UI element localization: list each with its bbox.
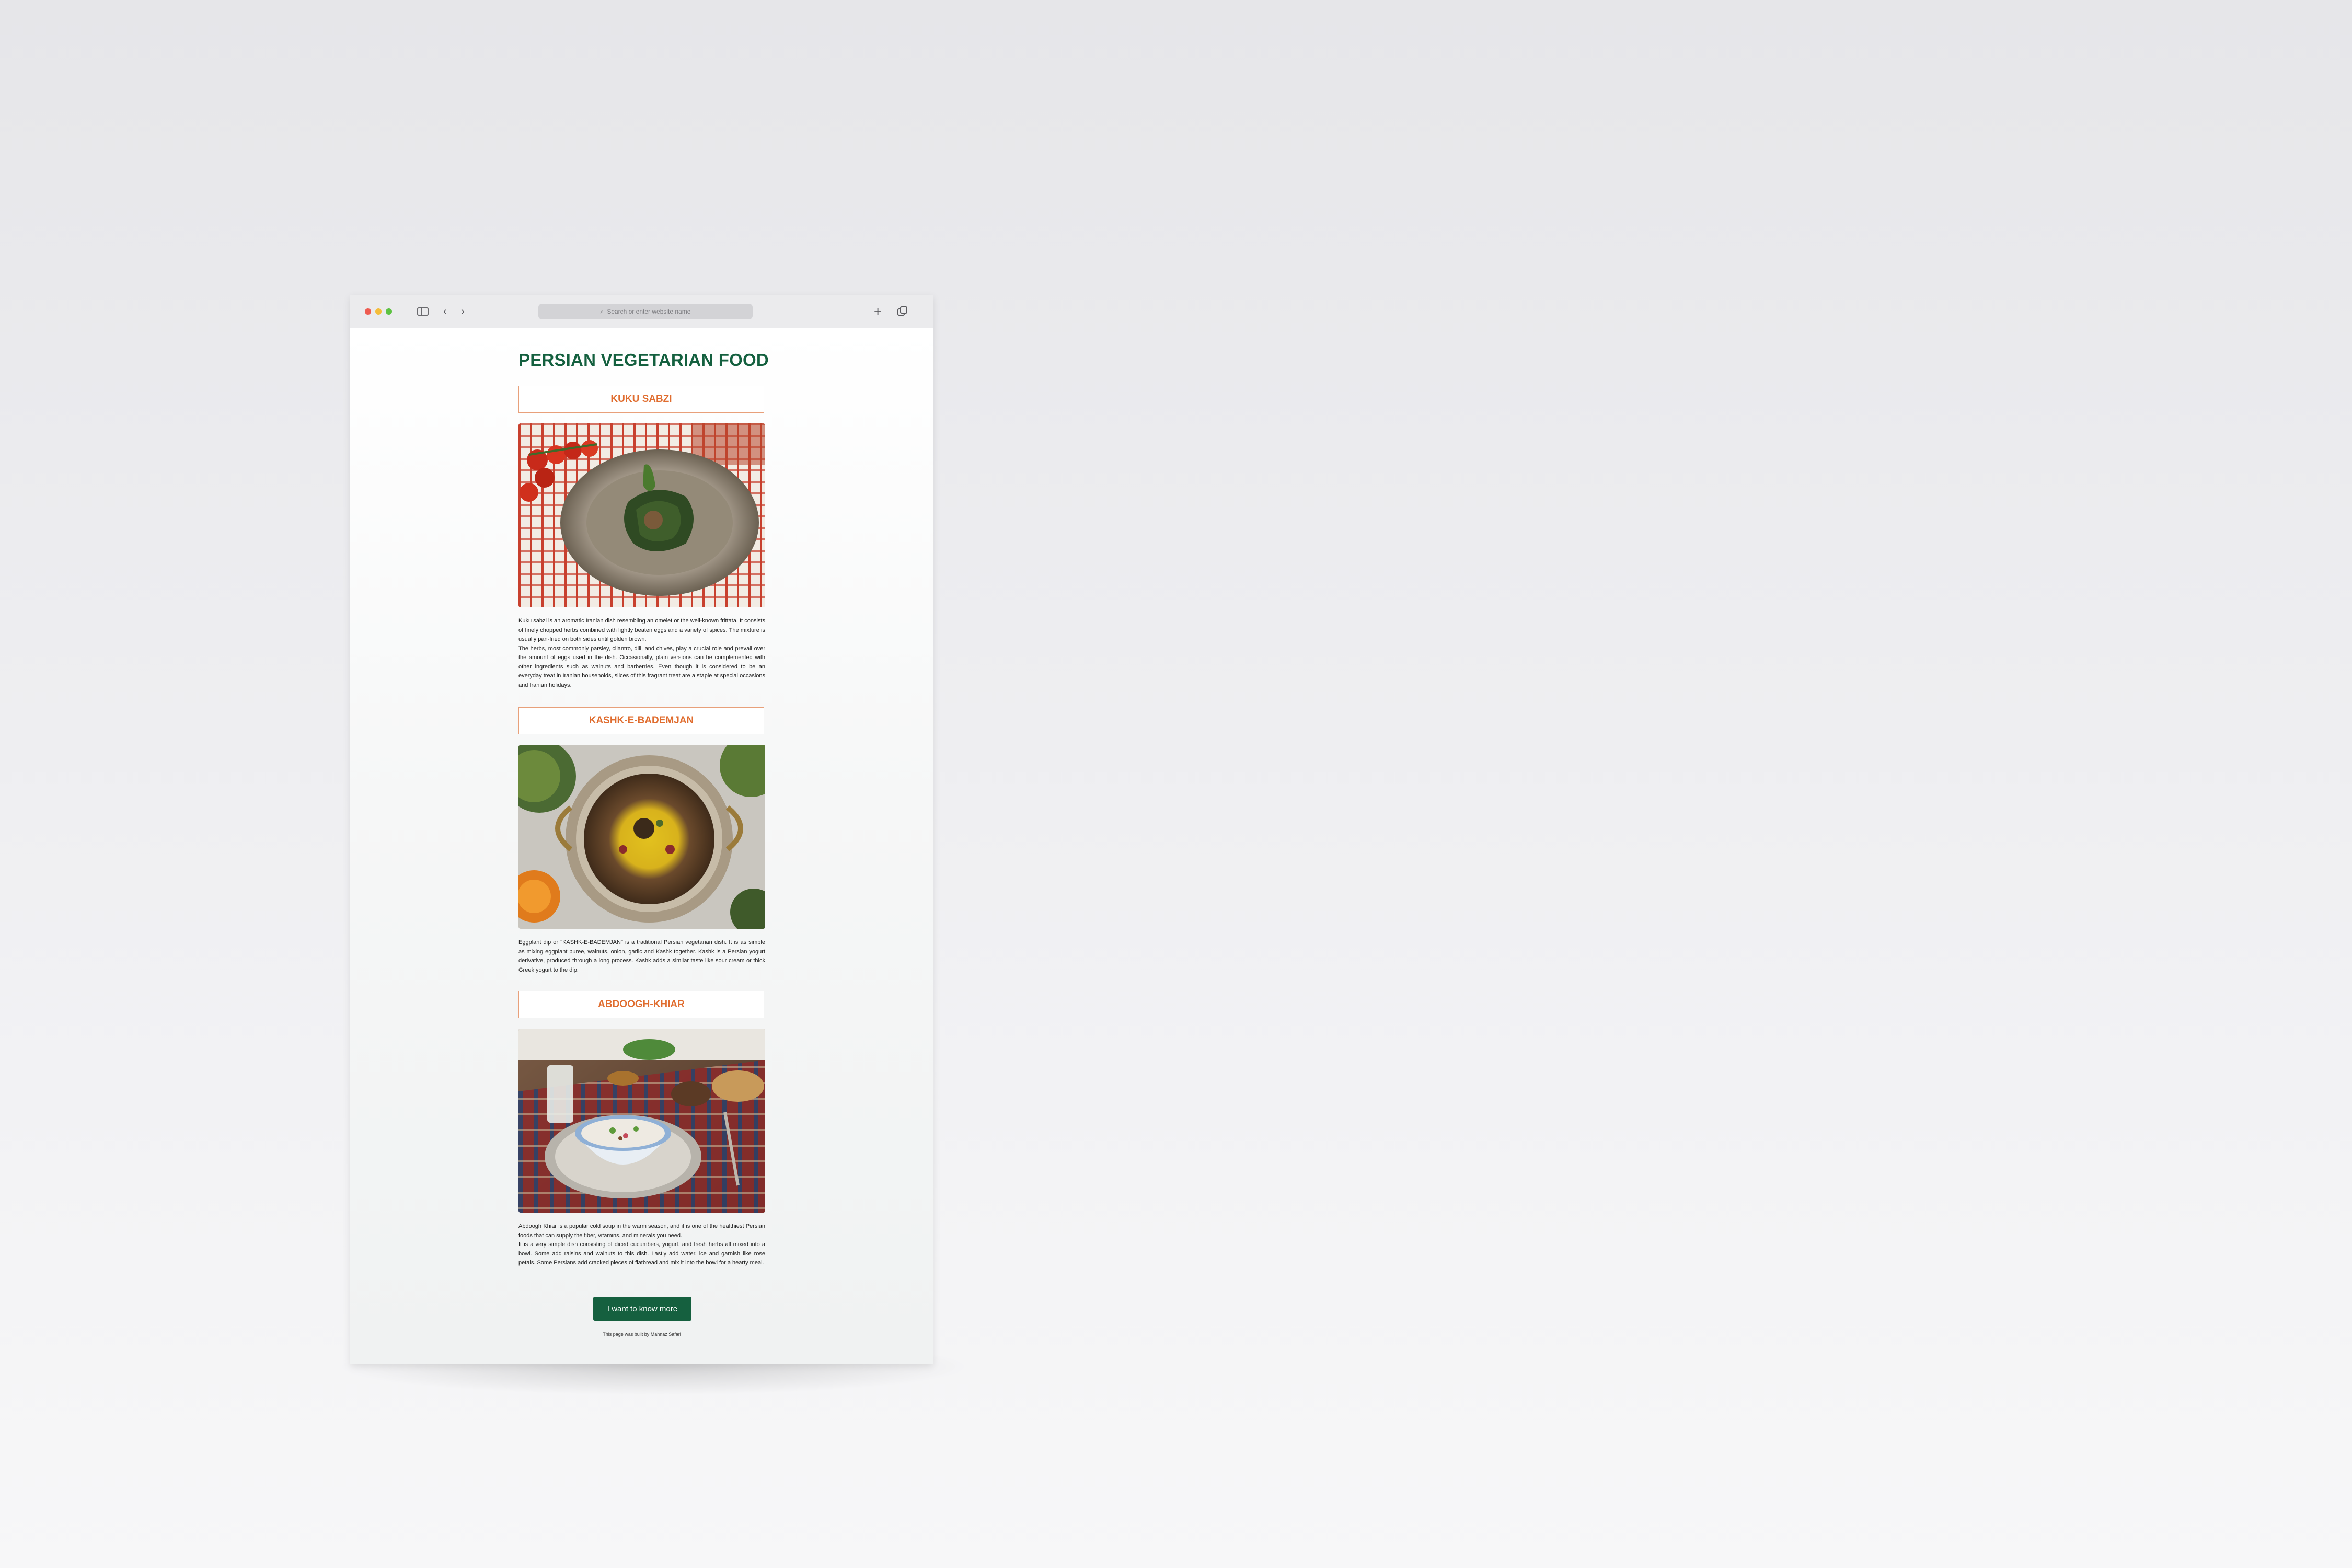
dish-heading-kuku-sabzi: KUKU SABZI	[518, 386, 764, 413]
abdoogh-khiar-photo	[518, 1029, 765, 1213]
kuku-sabzi-description: Kuku sabzi is an aromatic Iranian dish r…	[518, 617, 765, 690]
paragraph: Abdoogh Khiar is a popular cold soup in …	[518, 1223, 765, 1239]
paragraph: It is a very simple dish consisting of d…	[518, 1241, 765, 1266]
paragraph: Eggplant dip or "KASHK-E-BADEMJAN" is a …	[518, 939, 765, 973]
address-bar[interactable]: ⌕ Search or enter website name	[538, 304, 753, 319]
paragraph: The herbs, most commonly parsley, cilant…	[518, 645, 765, 688]
browser-window: ‹ › ⌕ Search or enter website name + PER…	[350, 295, 933, 1364]
kashk-e-bademjan-photo	[518, 745, 765, 929]
new-tab-icon[interactable]: +	[874, 304, 882, 319]
sidebar-icon[interactable]	[417, 307, 429, 316]
page-title: PERSIAN VEGETARIAN FOOD	[518, 350, 769, 370]
search-icon: ⌕	[600, 307, 604, 315]
tabs-overview-icon[interactable]	[897, 306, 908, 321]
minimize-window-button[interactable]	[375, 308, 382, 315]
dish-heading-abdoogh-khiar: ABDOOGH-KHIAR	[518, 991, 764, 1018]
close-window-button[interactable]	[365, 308, 371, 315]
page-footer: This page was built by Mahnaz Safari	[603, 1332, 681, 1337]
kuku-sabzi-photo	[518, 423, 765, 607]
zoom-window-button[interactable]	[386, 308, 392, 315]
know-more-button[interactable]: I want to know more	[593, 1297, 691, 1321]
address-placeholder: Search or enter website name	[607, 308, 691, 315]
forward-icon[interactable]: ›	[461, 304, 465, 319]
back-icon[interactable]: ‹	[443, 304, 447, 319]
paragraph: Kuku sabzi is an aromatic Iranian dish r…	[518, 618, 765, 642]
page-content: PERSIAN VEGETARIAN FOOD KUKU SABZI Kuku …	[350, 328, 933, 1364]
dish-heading-kashk-e-bademjan: KASHK-E-BADEMJAN	[518, 707, 764, 734]
browser-toolbar: ‹ › ⌕ Search or enter website name +	[350, 295, 933, 328]
kashk-e-bademjan-description: Eggplant dip or "KASHK-E-BADEMJAN" is a …	[518, 938, 765, 975]
abdoogh-khiar-description: Abdoogh Khiar is a popular cold soup in …	[518, 1222, 765, 1268]
